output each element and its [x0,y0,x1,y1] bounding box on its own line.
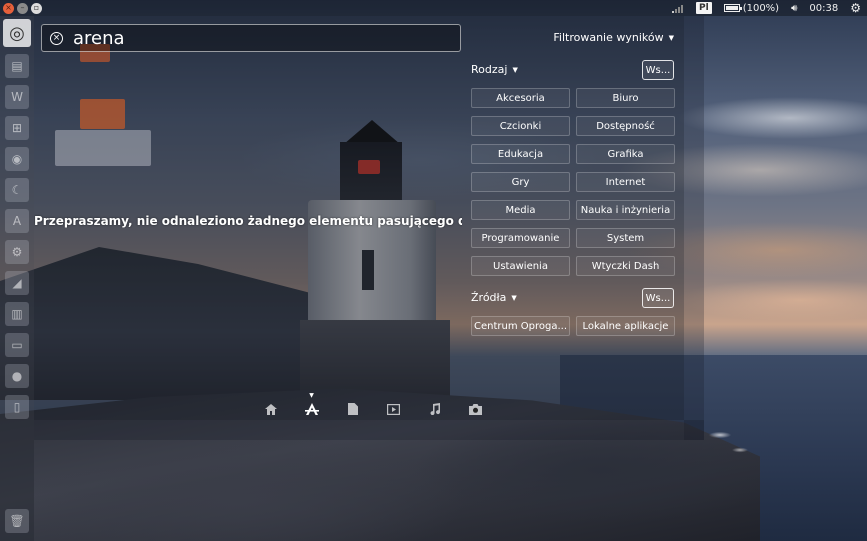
volume-icon: 🔊︎ [791,2,798,14]
filter-results-label: Filtrowanie wyników [553,31,664,44]
type-filter-all-button[interactable]: Ws... [642,60,674,80]
caret-down-icon: ▼ [512,65,518,74]
window-controls: × – ▫ [3,2,42,14]
type-filter-option[interactable]: Biuro [576,88,675,108]
gear-icon: ⚙ [850,1,861,15]
type-filter-option[interactable]: Nauka i inżynieria [576,200,675,220]
type-filter-option[interactable]: Gry [471,172,570,192]
sound-indicator[interactable]: 🔊︎ [785,0,803,16]
trash-icon[interactable]: 🗑︎ [5,509,29,533]
usb-icon[interactable]: ▯ [5,395,29,419]
search-query: arena [73,27,125,49]
wallpaper-waves [700,420,760,460]
type-filter-option[interactable]: Programowanie [471,228,570,248]
type-filter-label: Rodzaj [471,63,508,76]
indicator-area: Pl (100%) 🔊︎ 00:38 ⚙ [666,0,867,16]
keyboard-indicator[interactable]: Pl [690,0,718,16]
close-window-button[interactable]: × [3,2,14,14]
no-results-message: Przepraszamy, nie odnaleziono żadnego el… [34,214,462,228]
calc-icon[interactable]: ⊞ [5,116,29,140]
sources-filter-all-button[interactable]: Ws... [642,288,674,308]
blurred-result-2 [80,99,125,129]
lens-bar: ▼ [250,392,496,418]
type-filter-option[interactable]: Media [471,200,570,220]
settings-icon[interactable]: ⚙ [5,240,29,264]
clock-time: 00:38 [809,2,839,14]
photo-lens-icon[interactable] [455,400,496,418]
folder-icon[interactable]: ▥ [5,302,29,326]
top-panel: × – ▫ Pl (100%) 🔊︎ 00:38 ⚙ [0,0,867,16]
battery-icon [723,4,742,12]
type-filter-option[interactable]: Czcionki [471,116,570,136]
dash-border-bottom [34,420,704,440]
clock-indicator[interactable]: 00:38 [803,0,844,16]
type-filter-option[interactable]: Internet [576,172,675,192]
filter-results-toggle[interactable]: Filtrowanie wyników ▼ [553,31,674,44]
sources-filter-option[interactable]: Centrum Oproga... [471,316,570,336]
type-filter-option[interactable]: Akcesoria [471,88,570,108]
type-filter-header[interactable]: Rodzaj ▼ [471,63,518,76]
moon-icon[interactable]: ☾ [5,178,29,202]
minimize-window-button[interactable]: – [17,2,28,14]
sources-filter-header[interactable]: Źródła ▼ [471,291,517,304]
session-indicator[interactable]: ⚙ [844,0,867,16]
caret-down-icon: ▼ [668,33,674,42]
network-indicator[interactable] [666,0,690,16]
dash-home-icon[interactable]: ◎ [3,19,31,47]
sources-filter-option[interactable]: Lokalne aplikacje [576,316,675,336]
type-filter-option[interactable]: Dostępność [576,116,675,136]
launcher: ◎ ▤ W ⊞ ◉ ☾ A ⚙ ◢ ▥ ▭ ● ▯ 🗑︎ [0,16,34,541]
type-filter-grid: Akcesoria Biuro Czcionki Dostępność Eduk… [471,88,675,276]
sources-filter-label: Źródła [471,291,507,304]
disc-icon[interactable]: ● [5,364,29,388]
software-center-icon[interactable]: A [5,209,29,233]
draw-icon[interactable]: ◢ [5,271,29,295]
type-filter-option[interactable]: Wtyczki Dash [576,256,675,276]
keyboard-layout-badge: Pl [696,2,712,14]
files-lens-icon[interactable] [332,400,373,418]
type-filter-option[interactable]: Edukacja [471,144,570,164]
files-icon[interactable]: ▤ [5,54,29,78]
dash-border-right [684,16,704,440]
type-filter-option[interactable]: Ustawienia [471,256,570,276]
type-filter-option[interactable]: Grafika [576,144,675,164]
applications-lens-icon[interactable]: ▼ [291,392,332,418]
battery-percentage: (100%) [742,2,780,14]
search-input[interactable]: × arena [41,24,461,52]
active-lens-indicator-icon: ▼ [309,392,314,399]
maximize-window-button[interactable]: ▫ [31,2,42,14]
sources-filter-grid: Centrum Oproga... Lokalne aplikacje [471,316,675,336]
clear-search-icon[interactable]: × [50,31,63,45]
terminal-icon[interactable]: ▭ [5,333,29,357]
blurred-result-3 [55,130,151,166]
browser-icon[interactable]: ◉ [5,147,29,171]
signal-icon [672,5,683,13]
video-lens-icon[interactable] [373,400,414,418]
battery-indicator[interactable]: (100%) [718,0,785,16]
caret-down-icon: ▼ [511,293,517,302]
music-lens-icon[interactable] [414,400,455,418]
home-lens-icon[interactable] [250,400,291,418]
writer-icon[interactable]: W [5,85,29,109]
type-filter-option[interactable]: System [576,228,675,248]
